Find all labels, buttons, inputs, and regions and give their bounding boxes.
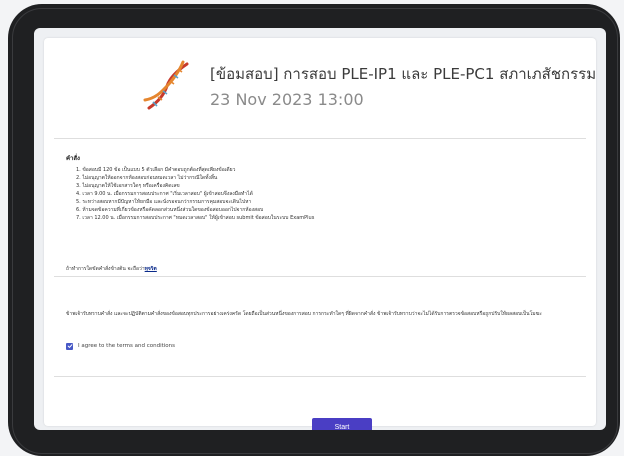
exam-title: [ข้อมสอบ] การสอบ PLE-IP1 และ PLE-PC1 สภา… [210,65,597,83]
agree-row[interactable]: I agree to the terms and conditions [66,341,175,351]
checkmark-icon [67,344,72,348]
exam-header: [ข้อมสอบ] การสอบ PLE-IP1 และ PLE-PC1 สภา… [44,38,596,138]
instruction-item: 7. เวลา 12.00 น. เมื่อกรรมการสอบประกาศ "… [76,215,315,221]
agree-label[interactable]: I agree to the terms and conditions [78,343,175,349]
instruction-item: 6. ห้ามจดข้อความที่เกี่ยวข้องหรือคัดลอกส… [76,207,264,213]
cheat-link[interactable]: ทุจริต [145,266,157,272]
cheat-warning-text: ถ้าทำการใดขัดคำสั่งข้างต้น จะถือว่า [66,266,145,272]
dna-helix-icon [143,60,189,110]
divider [54,138,586,139]
screen: [ข้อมสอบ] การสอบ PLE-IP1 และ PLE-PC1 สภา… [34,28,606,430]
exam-card: [ข้อมสอบ] การสอบ PLE-IP1 และ PLE-PC1 สภา… [44,38,596,430]
instruction-item: 2. ไม่อนุญาตให้ออกจากห้องสอบก่อนหมดเวลา … [76,175,218,181]
start-button[interactable]: Start [312,418,372,430]
instruction-item: 5. ระหว่างสอบหากมีปัญหาให้ยกมือ และนั่งร… [76,199,252,205]
agreement-paragraph: ข้าพเจ้ารับทราบคำสั่ง และจะปฏิบัติตามคำส… [66,311,542,317]
instruction-item: 4. เวลา 9.00 น. เมื่อกรรมการสอบประกาศ "เ… [76,191,253,197]
instruction-item: 3. ไม่อนุญาตให้ใช้เอกสารใดๆ หรือเครื่องค… [76,183,180,189]
agree-checkbox[interactable] [66,342,73,350]
divider [54,376,586,377]
divider [54,276,586,277]
instructions-list: 1. ข้อสอบมี 120 ข้อ เป็นแบบ 5 ตัวเลือก ม… [76,166,314,222]
instruction-item: 1. ข้อสอบมี 120 ข้อ เป็นแบบ 5 ตัวเลือก ม… [76,167,236,173]
instructions-heading: คำสั่ง [66,155,80,162]
exam-datetime: 23 Nov 2023 13:00 [210,90,364,109]
cheat-warning: ถ้าทำการใดขัดคำสั่งข้างต้น จะถือว่าทุจริ… [66,265,157,273]
